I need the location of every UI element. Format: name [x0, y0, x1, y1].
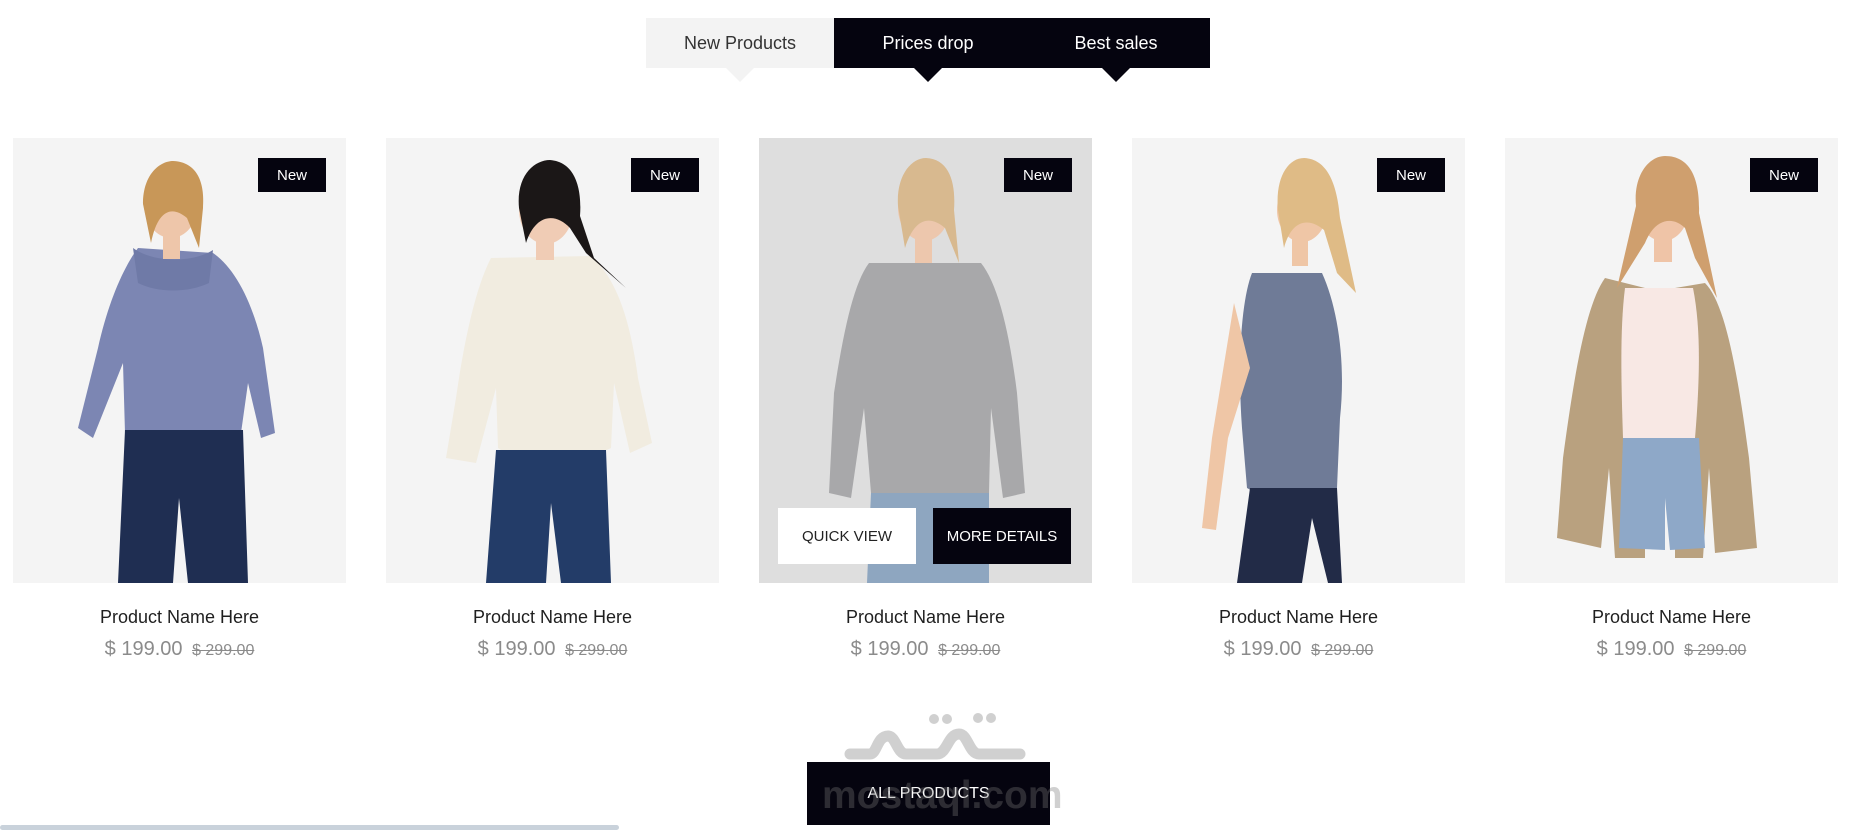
product-card[interactable]: New Product Name Here $ 199.00 $ 299.00 — [1505, 138, 1838, 661]
product-price: $ 199.00 $ 299.00 — [386, 638, 719, 661]
product-price: $ 199.00 $ 299.00 — [759, 638, 1092, 661]
tab-label: Prices drop — [882, 32, 974, 53]
product-grid: New Product Name Here $ 199.00 $ 299.00 … — [13, 138, 1849, 678]
old-price: $ 299.00 — [938, 642, 1001, 659]
product-name[interactable]: Product Name Here — [13, 607, 346, 628]
new-badge: New — [1004, 158, 1072, 192]
new-badge: New — [631, 158, 699, 192]
product-name[interactable]: Product Name Here — [1505, 607, 1838, 628]
product-card[interactable]: New Product Name Here $ 199.00 $ 299.00 — [1132, 138, 1465, 661]
more-details-button[interactable]: MORE DETAILS — [933, 508, 1071, 564]
page: New Products Prices drop Best sales New … — [0, 0, 1865, 830]
model-photo-sweater — [446, 160, 652, 583]
model-photo-blouse — [78, 161, 275, 583]
current-price: $ 199.00 — [1223, 638, 1302, 660]
product-card[interactable]: New QUICK VIEW MORE DETAILS Product Name… — [759, 138, 1092, 661]
old-price: $ 299.00 — [1311, 642, 1374, 659]
current-price: $ 199.00 — [1596, 638, 1675, 660]
product-image[interactable]: New QUICK VIEW MORE DETAILS — [759, 138, 1092, 583]
new-badge: New — [1750, 158, 1818, 192]
tab-pointer — [1102, 68, 1130, 82]
tab-label: Best sales — [1074, 32, 1158, 53]
model-photo-tank-top — [1202, 158, 1356, 583]
model-photo-cardigan — [1557, 156, 1757, 558]
tab-pointer — [726, 68, 754, 82]
product-name[interactable]: Product Name Here — [759, 607, 1092, 628]
current-price: $ 199.00 — [104, 638, 183, 660]
product-price: $ 199.00 $ 299.00 — [13, 638, 346, 661]
all-products-button[interactable]: ALL PRODUCTS — [807, 762, 1050, 825]
current-price: $ 199.00 — [850, 638, 929, 660]
scroll-indicator — [0, 825, 619, 830]
tab-new-products[interactable]: New Products — [646, 18, 834, 82]
product-image[interactable]: New — [13, 138, 346, 583]
product-price: $ 199.00 $ 299.00 — [1505, 638, 1838, 661]
product-image[interactable]: New — [1132, 138, 1465, 583]
new-badge: New — [1377, 158, 1445, 192]
product-image[interactable]: New — [386, 138, 719, 583]
tab-best-sales[interactable]: Best sales — [1022, 18, 1210, 82]
product-card[interactable]: New Product Name Here $ 199.00 $ 299.00 — [13, 138, 346, 661]
hover-actions: QUICK VIEW MORE DETAILS — [778, 508, 1071, 564]
tab-pointer — [914, 68, 942, 82]
tab-prices-drop[interactable]: Prices drop — [834, 18, 1022, 82]
product-name[interactable]: Product Name Here — [386, 607, 719, 628]
product-price: $ 199.00 $ 299.00 — [1132, 638, 1465, 661]
old-price: $ 299.00 — [192, 642, 255, 659]
product-tabs: New Products Prices drop Best sales — [646, 18, 1210, 82]
quick-view-button[interactable]: QUICK VIEW — [778, 508, 916, 564]
product-card[interactable]: New Product Name Here $ 199.00 $ 299.00 — [386, 138, 719, 661]
old-price: $ 299.00 — [1684, 642, 1747, 659]
tab-label: New Products — [683, 32, 797, 53]
current-price: $ 199.00 — [477, 638, 556, 660]
old-price: $ 299.00 — [565, 642, 628, 659]
product-image[interactable]: New — [1505, 138, 1838, 583]
new-badge: New — [258, 158, 326, 192]
mostaql-arabic-logo — [844, 713, 1026, 760]
product-name[interactable]: Product Name Here — [1132, 607, 1465, 628]
